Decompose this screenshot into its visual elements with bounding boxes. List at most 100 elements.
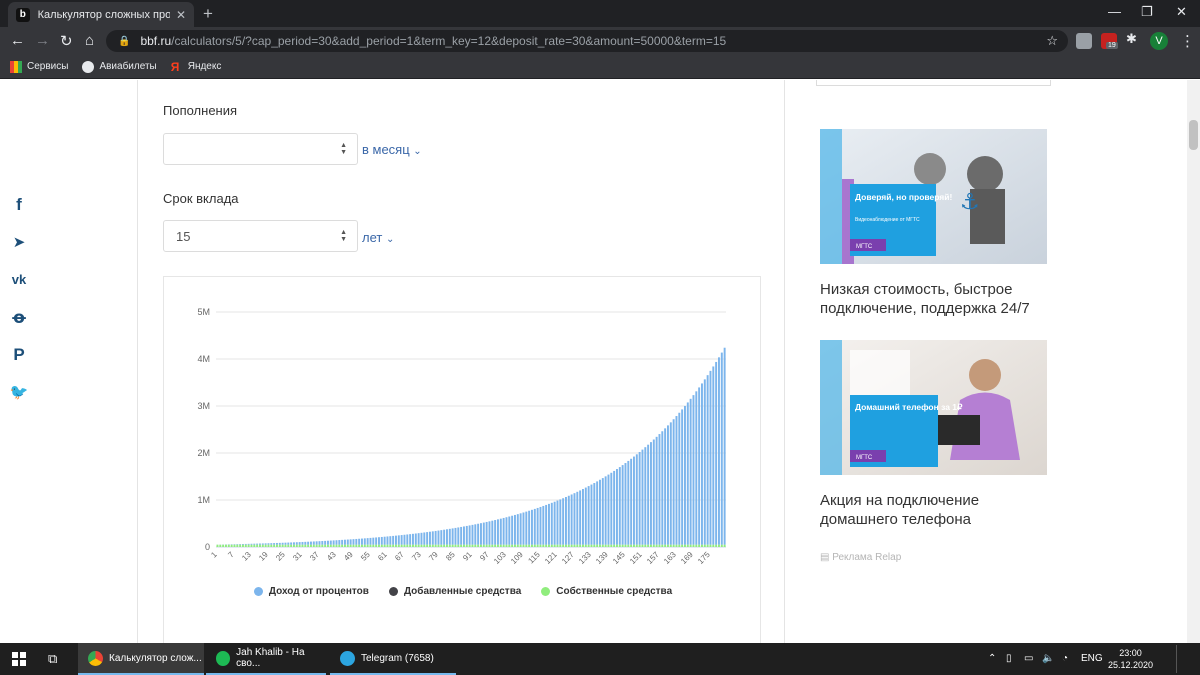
- additions-input[interactable]: ▲ ▼: [163, 133, 358, 165]
- vk-icon[interactable]: vk: [8, 272, 30, 287]
- bar-interest: [698, 387, 701, 545]
- facebook-icon[interactable]: f: [8, 195, 30, 215]
- taskbar-app-chrome[interactable]: Калькулятор слож...: [78, 643, 204, 675]
- address-bar[interactable]: 🔒 bbf.ru/calculators/5/?cap_period=30&ad…: [106, 30, 1068, 52]
- odnoklassniki-icon[interactable]: ꝋ: [8, 308, 30, 328]
- term-unit-select[interactable]: лет ⌄: [362, 230, 394, 245]
- home-icon[interactable]: ⌂: [85, 32, 94, 49]
- bookmark-star-icon[interactable]: ☆: [1046, 33, 1058, 49]
- x-tick-label: 85: [444, 550, 457, 563]
- bar-own-funds: [366, 544, 369, 547]
- ad-caption[interactable]: Низкая стоимость, быстрое подключение, п…: [820, 280, 1060, 318]
- puzzle-icon[interactable]: ✱: [1126, 31, 1142, 47]
- tray-chevron-icon[interactable]: ⌃: [988, 653, 996, 664]
- taskbar-app-telegram[interactable]: Telegram (7658): [330, 643, 456, 675]
- bookmark-avia[interactable]: Авиабилеты: [82, 60, 157, 73]
- url-host: bbf.ru: [140, 34, 172, 48]
- legend-label: Доход от процентов: [268, 586, 369, 597]
- window-close-icon[interactable]: ✕: [1176, 4, 1187, 20]
- tab-close-icon[interactable]: ✕: [176, 8, 186, 22]
- bar-interest: [533, 508, 536, 545]
- bar-interest: [562, 498, 565, 545]
- menu-kebab-icon[interactable]: ⋮: [1180, 32, 1195, 50]
- ad-banner-video[interactable]: ⚓ Доверяй, но проверяй! Видеонаблюдение …: [820, 129, 1047, 264]
- term-unit-label: лет: [362, 230, 383, 245]
- bar-own-funds: [514, 544, 516, 547]
- ad-banner-phone[interactable]: Домашний телефон за 1₽ МГТС: [820, 340, 1047, 475]
- show-desktop-button[interactable]: [1176, 645, 1198, 673]
- legend-item-added[interactable]: Добавленные средства: [388, 586, 521, 597]
- battery-icon[interactable]: ▭: [1024, 653, 1033, 664]
- bar-interest: [383, 536, 386, 545]
- bar-own-funds: [242, 544, 244, 547]
- bar-own-funds: [448, 544, 451, 547]
- reload-icon[interactable]: ↻: [60, 32, 73, 50]
- telegram-icon[interactable]: ➤: [8, 233, 30, 251]
- bar-own-funds: [508, 544, 511, 547]
- bar-interest: [610, 472, 613, 545]
- bar-own-funds: [253, 544, 256, 547]
- profile-avatar[interactable]: V: [1150, 32, 1168, 50]
- ad-caption[interactable]: Акция на подключение домашнего телефона: [820, 491, 1060, 529]
- language-indicator[interactable]: ENG: [1081, 653, 1103, 664]
- ad-banner-image: Домашний телефон за 1₽ МГТС: [820, 340, 1047, 475]
- minimize-icon[interactable]: —: [1108, 4, 1121, 19]
- x-tick-label: 7: [226, 550, 236, 560]
- bar-interest: [661, 431, 664, 545]
- bar-interest: [463, 526, 465, 545]
- pinterest-icon[interactable]: P: [8, 345, 30, 365]
- extension-icon[interactable]: [1076, 33, 1092, 49]
- new-tab-icon[interactable]: +: [203, 4, 213, 24]
- bar-interest: [346, 539, 349, 545]
- bar-interest: [471, 524, 474, 545]
- bar-interest: [392, 535, 395, 545]
- sidebar-top-field[interactable]: [816, 80, 1051, 86]
- forward-icon[interactable]: →: [35, 32, 50, 49]
- bar-interest: [236, 544, 239, 545]
- task-view-icon[interactable]: ⧉: [48, 651, 57, 667]
- bar-own-funds: [672, 544, 675, 547]
- bar-own-funds: [318, 544, 321, 547]
- taskbar-clock[interactable]: 23:00 25.12.2020: [1108, 647, 1153, 671]
- bookmark-services[interactable]: Сервисы: [10, 60, 68, 73]
- maximize-icon[interactable]: ❐: [1141, 4, 1153, 20]
- bookmark-yandex[interactable]: Я Яндекс: [171, 61, 222, 73]
- volume-icon[interactable]: 🔈: [1042, 653, 1054, 664]
- windows-start-icon[interactable]: [12, 652, 26, 666]
- term-input[interactable]: 15 ▲ ▼: [163, 220, 358, 252]
- ad-attribution[interactable]: ▤ Реклама Relap: [820, 552, 901, 563]
- bar-interest: [485, 521, 488, 545]
- tray-device-icon[interactable]: ▯: [1006, 653, 1012, 664]
- growth-chart: 0 1M 2M 3M 4M 5M 1 7 13 19 25 31 37 43 49 55 61 67 73 79 85 9…: [163, 276, 761, 643]
- bar-own-funds: [250, 544, 253, 547]
- network-icon[interactable]: ◔: [1062, 653, 1068, 664]
- bar-interest: [658, 434, 661, 545]
- url-path: /calculators/5/?cap_period=30&add_period…: [171, 34, 727, 48]
- scrollbar-thumb[interactable]: [1189, 120, 1198, 150]
- bar-interest: [675, 416, 678, 545]
- svg-text:⚓: ⚓: [960, 190, 980, 215]
- bar-interest: [403, 534, 406, 545]
- stepper-icon[interactable]: ▲ ▼: [340, 142, 347, 156]
- bar-own-funds: [225, 544, 227, 547]
- page-scrollbar[interactable]: [1187, 80, 1200, 643]
- bar-own-funds: [678, 544, 681, 547]
- stepper-icon[interactable]: ▲ ▼: [340, 229, 347, 243]
- lock-icon[interactable]: 🔒: [118, 36, 130, 47]
- bar-own-funds: [536, 544, 539, 547]
- browser-tab[interactable]: b Калькулятор сложных процент ✕: [8, 2, 194, 27]
- taskbar-app-label: Jah Khalib - На сво...: [236, 647, 305, 669]
- bar-own-funds: [667, 544, 669, 547]
- twitter-icon[interactable]: 🐦: [8, 383, 30, 401]
- legend-item-own[interactable]: Собственные средства: [541, 586, 672, 597]
- back-icon[interactable]: ←: [10, 32, 25, 49]
- additions-period-select[interactable]: в месяц ⌄: [362, 142, 422, 157]
- bar-own-funds: [315, 544, 318, 547]
- legend-item-interest[interactable]: Доход от процентов: [253, 586, 369, 597]
- bar-own-funds: [624, 544, 627, 547]
- bar-interest: [332, 540, 335, 545]
- taskbar-app-spotify[interactable]: Jah Khalib - На сво...: [206, 643, 326, 675]
- bar-interest: [678, 412, 681, 545]
- bar-interest: [287, 542, 290, 545]
- bookmark-label: Авиабилеты: [99, 61, 157, 72]
